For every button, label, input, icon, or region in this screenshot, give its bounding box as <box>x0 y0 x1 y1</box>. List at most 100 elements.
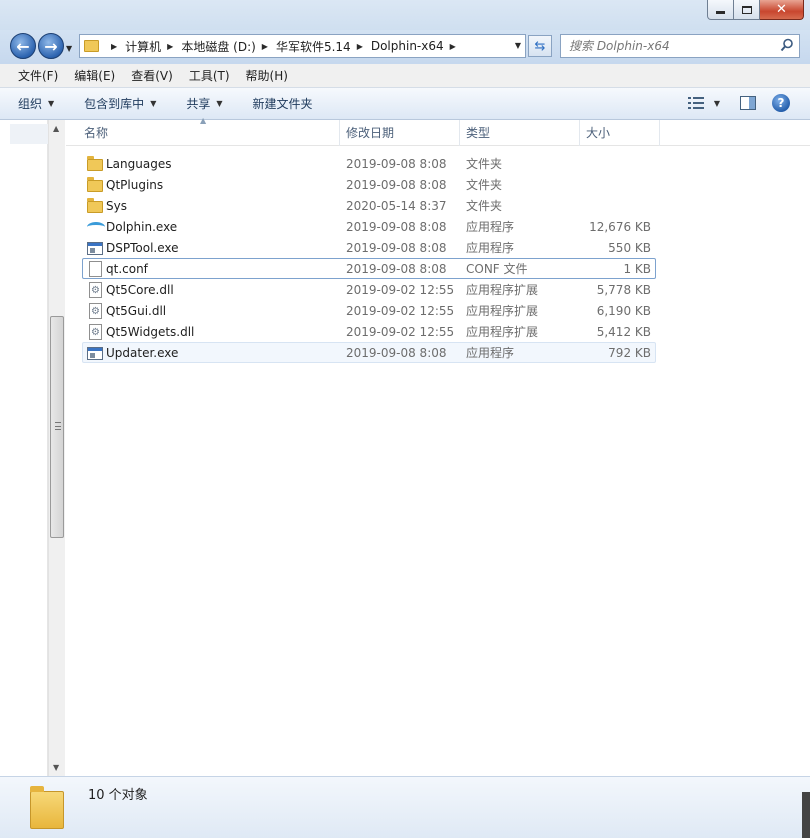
recent-pages-dropdown[interactable]: ▼ <box>66 44 72 53</box>
list-item[interactable]: qt.conf 2019-09-08 8:08 CONF 文件 1 KB <box>82 258 656 279</box>
chevron-down-icon: ▼ <box>216 99 223 108</box>
navigation-pane-item[interactable] <box>10 124 48 144</box>
forward-button[interactable]: → <box>38 33 64 59</box>
chevron-right-icon[interactable]: ▶ <box>262 42 268 51</box>
file-type: 应用程序 <box>466 241 515 255</box>
dll-icon <box>89 280 102 301</box>
chevron-right-icon[interactable]: ▶ <box>167 42 173 51</box>
list-item[interactable]: Sys 2020-05-14 8:37 文件夹 <box>82 195 656 216</box>
maximize-button[interactable] <box>734 0 760 20</box>
column-header-size[interactable]: 大小 <box>580 120 660 146</box>
menu-tools[interactable]: 工具(T) <box>181 67 238 84</box>
menu-file[interactable]: 文件(F) <box>10 67 66 84</box>
organize-label: 组织 <box>18 97 43 111</box>
navigation-pane[interactable] <box>0 120 48 776</box>
file-size: 6,190 KB <box>596 304 651 318</box>
command-bar: 组织 ▼ 包含到库中 ▼ 共享 ▼ 新建文件夹 ▼ ? <box>0 88 810 120</box>
file-type: 应用程序 <box>466 346 515 360</box>
navigation-pane-scrollbar[interactable]: ▲ ▼ <box>48 120 65 776</box>
column-header-date[interactable]: 修改日期 <box>340 120 460 146</box>
chevron-down-icon: ▼ <box>150 99 157 108</box>
address-history-dropdown[interactable]: ▼ <box>515 41 521 50</box>
folder-icon <box>87 156 103 171</box>
menu-view[interactable]: 查看(V) <box>123 67 181 84</box>
change-view-icon[interactable] <box>687 97 704 109</box>
preview-pane-icon[interactable] <box>740 96 756 110</box>
share-button[interactable]: 共享 ▼ <box>186 95 222 112</box>
breadcrumb-dolphin[interactable]: Dolphin-x64 <box>371 39 444 53</box>
file-name: Qt5Gui.dll <box>106 304 167 318</box>
organize-button[interactable]: 组织 ▼ <box>18 95 54 112</box>
address-bar[interactable]: ▶ 计算机 ▶ 本地磁盘 (D:) ▶ 华军软件5.14 ▶ Dolphin-x… <box>79 34 526 58</box>
file-name: Updater.exe <box>106 346 179 360</box>
list-item[interactable]: Qt5Core.dll 2019-09-02 12:55 应用程序扩展 5,77… <box>82 279 656 301</box>
resize-grip[interactable] <box>802 792 810 838</box>
file-type: 应用程序扩展 <box>466 283 539 297</box>
column-header-name[interactable]: 名称 <box>78 120 340 146</box>
file-type: 应用程序扩展 <box>466 304 539 318</box>
help-icon[interactable]: ? <box>772 94 790 112</box>
file-date: 2019-09-08 8:08 <box>346 241 447 255</box>
file-name: qt.conf <box>106 262 148 276</box>
file-name: DSPTool.exe <box>106 241 179 255</box>
arrow-left-icon: ← <box>16 36 30 56</box>
file-date: 2019-09-08 8:08 <box>346 262 447 276</box>
chevron-right-icon[interactable]: ▶ <box>111 42 117 51</box>
menu-help[interactable]: 帮助(H) <box>238 67 296 84</box>
file-date: 2019-09-02 12:55 <box>346 283 455 297</box>
file-type: CONF 文件 <box>466 262 528 276</box>
include-in-library-label: 包含到库中 <box>84 97 145 111</box>
list-item[interactable]: Languages 2019-09-08 8:08 文件夹 <box>82 153 656 174</box>
chevron-right-icon[interactable]: ▶ <box>357 42 363 51</box>
grip-icon <box>55 422 61 430</box>
file-date: 2019-09-08 8:08 <box>346 220 447 234</box>
new-folder-button[interactable]: 新建文件夹 <box>253 95 313 112</box>
close-button[interactable]: ✕ <box>760 0 804 20</box>
folder-icon <box>30 786 64 829</box>
window-controls: ✕ <box>707 0 804 20</box>
file-date: 2019-09-08 8:08 <box>346 346 447 360</box>
list-item[interactable]: QtPlugins 2019-09-08 8:08 文件夹 <box>82 174 656 195</box>
column-header-type[interactable]: 类型 <box>460 120 580 146</box>
list-item[interactable]: Qt5Widgets.dll 2019-09-02 12:55 应用程序扩展 5… <box>82 321 656 343</box>
minimize-button[interactable] <box>707 0 734 20</box>
file-date: 2019-09-02 12:55 <box>346 304 455 318</box>
include-in-library-button[interactable]: 包含到库中 ▼ <box>84 95 156 112</box>
view-options-dropdown[interactable]: ▼ <box>714 99 720 108</box>
file-type: 文件夹 <box>466 157 503 171</box>
menu-edit[interactable]: 编辑(E) <box>66 67 123 84</box>
search-input[interactable] <box>569 39 769 53</box>
list-item[interactable]: Qt5Gui.dll 2019-09-02 12:55 应用程序扩展 6,190… <box>82 300 656 322</box>
refresh-button[interactable]: ⇆ <box>528 35 552 57</box>
list-item[interactable]: Updater.exe 2019-09-08 8:08 应用程序 792 KB <box>82 342 656 363</box>
dll-icon <box>89 301 102 322</box>
scroll-down-icon[interactable]: ▼ <box>53 763 59 772</box>
file-name: Languages <box>106 157 172 171</box>
maximize-icon <box>741 5 752 14</box>
search-box[interactable] <box>560 34 800 58</box>
scroll-up-icon[interactable]: ▲ <box>53 124 59 133</box>
view-controls: ▼ ? <box>687 94 790 112</box>
application-icon <box>87 347 103 360</box>
breadcrumb-computer[interactable]: 计算机 <box>125 38 161 55</box>
chevron-right-icon[interactable]: ▶ <box>450 42 456 51</box>
back-button[interactable]: ← <box>10 33 36 59</box>
list-item[interactable]: DSPTool.exe 2019-09-08 8:08 应用程序 550 KB <box>82 237 656 258</box>
breadcrumb-huajun[interactable]: 华军软件5.14 <box>276 38 351 55</box>
list-item[interactable]: Dolphin.exe 2019-09-08 8:08 应用程序 12,676 … <box>82 216 656 237</box>
file-name: QtPlugins <box>106 178 164 192</box>
file-type: 应用程序 <box>466 220 515 234</box>
share-label: 共享 <box>186 97 211 111</box>
file-type: 文件夹 <box>466 178 503 192</box>
breadcrumb-local-disk[interactable]: 本地磁盘 (D:) <box>181 38 255 55</box>
scrollbar-thumb[interactable] <box>50 316 64 538</box>
folder-icon <box>87 177 103 192</box>
file-name: Qt5Widgets.dll <box>106 325 195 339</box>
file-name: Qt5Core.dll <box>106 283 174 297</box>
file-name: Sys <box>106 199 127 213</box>
new-folder-label: 新建文件夹 <box>252 97 313 111</box>
file-size: 5,412 KB <box>596 325 651 339</box>
search-icon[interactable] <box>780 38 794 52</box>
file-size: 550 KB <box>608 241 651 255</box>
file-size: 12,676 KB <box>589 220 651 234</box>
